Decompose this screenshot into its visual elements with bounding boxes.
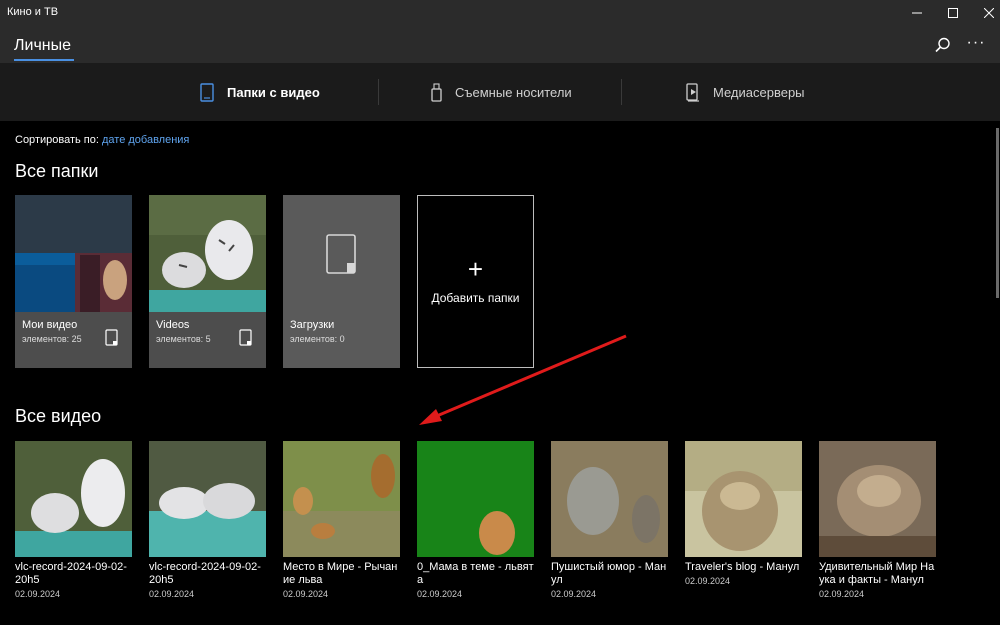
app-title: Кино и ТВ xyxy=(7,6,59,18)
close-icon xyxy=(984,8,994,18)
folder-thumbnail xyxy=(15,195,132,312)
sort-label: Сортировать по: xyxy=(15,134,99,146)
video-date: 02.09.2024 xyxy=(149,589,195,599)
tab-video-folders[interactable]: Папки с видео xyxy=(200,79,320,105)
title-bar: Кино и ТВ xyxy=(0,0,1000,26)
folder-caption: Videos элементов: 5 xyxy=(149,312,266,368)
videos-section-title: Все видео xyxy=(15,406,102,426)
video-date: 02.09.2024 xyxy=(283,589,329,599)
header-title[interactable]: Личные xyxy=(14,37,71,55)
video-tile[interactable]: 0_Мама в теме - львята 02.09.2024 xyxy=(417,441,534,599)
video-thumbnail xyxy=(551,441,668,557)
video-title: vlc-record-2024-09-02-20h5 xyxy=(15,561,127,586)
folder-count: элементов: 5 xyxy=(156,334,211,344)
vertical-scrollbar[interactable] xyxy=(996,128,999,298)
folder-thumbnail xyxy=(283,195,400,312)
video-tile[interactable]: Пушистый юмор - Манул 02.09.2024 xyxy=(551,441,668,599)
folder-count: элементов: 25 xyxy=(22,334,82,344)
video-title: vlc-record-2024-09-02-20h5 xyxy=(149,561,261,586)
add-folder-label: Добавить папки xyxy=(431,291,520,305)
video-date: 02.09.2024 xyxy=(15,589,61,599)
folder-phone-icon xyxy=(200,82,215,102)
sort-value-link[interactable]: дате добавления xyxy=(102,134,189,146)
video-tile[interactable]: vlc-record-2024-09-02-20h5 02.09.2024 xyxy=(15,441,132,599)
folder-tile-videos[interactable]: Videos элементов: 5 xyxy=(149,195,266,368)
video-thumbnail xyxy=(417,441,534,557)
folder-tile-my-videos[interactable]: Мои видео элементов: 25 xyxy=(15,195,132,368)
tab-label: Папки с видео xyxy=(227,84,320,100)
more-button[interactable]: ··· xyxy=(965,32,987,54)
folder-placeholder-icon xyxy=(283,195,400,312)
folder-count: элементов: 0 xyxy=(290,334,345,344)
folder-tile-downloads[interactable]: Загрузки элементов: 0 xyxy=(283,195,400,368)
minimize-icon xyxy=(912,12,922,14)
search-button[interactable] xyxy=(932,34,954,56)
tab-label: Съемные носители xyxy=(455,84,572,100)
video-thumbnail xyxy=(819,441,936,557)
tab-label: Медиасерверы xyxy=(713,84,805,100)
tab-separator xyxy=(378,79,379,105)
video-thumbnail xyxy=(283,441,400,557)
video-title: Traveler's blog - Манул xyxy=(685,561,800,573)
media-server-icon xyxy=(686,82,701,102)
header: Личные ··· xyxy=(0,26,1000,63)
video-title: Пушистый юмор - Манул xyxy=(551,561,667,586)
tab-separator xyxy=(621,79,622,105)
video-date: 02.09.2024 xyxy=(685,576,731,586)
usb-drive-icon xyxy=(430,82,443,102)
folder-name: Videos xyxy=(156,319,190,331)
folder-name: Мои видео xyxy=(22,319,78,331)
tab-removable-media[interactable]: Съемные носители xyxy=(430,79,572,105)
video-tile[interactable]: Traveler's blog - Манул 02.09.2024 xyxy=(685,441,802,586)
video-date: 02.09.2024 xyxy=(417,589,463,599)
header-underline xyxy=(14,59,74,61)
folder-thumbnail xyxy=(149,195,266,312)
maximize-icon xyxy=(948,8,958,18)
video-thumbnail xyxy=(15,441,132,557)
video-title: 0_Мама в теме - львята xyxy=(417,561,534,586)
plus-icon: + xyxy=(467,254,484,284)
video-tile[interactable]: Удивительный Мир Наука и факты - Манул 0… xyxy=(819,441,936,599)
video-thumbnail xyxy=(149,441,266,557)
folder-caption: Загрузки элементов: 0 xyxy=(283,312,400,368)
more-icon: ··· xyxy=(966,34,986,51)
video-title: Удивительный Мир Наука и факты - Манул xyxy=(819,561,935,586)
close-button[interactable] xyxy=(966,0,1000,26)
video-title: Место в Мире - Рычание льва xyxy=(283,561,398,586)
tab-media-servers[interactable]: Медиасерверы xyxy=(686,79,805,105)
folder-name: Загрузки xyxy=(290,319,335,331)
sort-control: Сортировать по: дате добавления xyxy=(15,134,189,146)
video-date: 02.09.2024 xyxy=(819,589,865,599)
folder-caption: Мои видео элементов: 25 xyxy=(15,312,132,368)
folder-device-icon xyxy=(239,329,253,352)
add-folder-button[interactable]: + Добавить папки xyxy=(417,195,534,368)
source-tabs: Папки с видео Съемные носители Медиасерв… xyxy=(0,63,1000,121)
video-tile[interactable]: vlc-record-2024-09-02-20h5 02.09.2024 xyxy=(149,441,266,599)
folder-device-icon xyxy=(105,329,119,352)
video-date: 02.09.2024 xyxy=(551,589,597,599)
folders-section-title: Все папки xyxy=(15,161,99,181)
video-tile[interactable]: Место в Мире - Рычание льва 02.09.2024 xyxy=(283,441,400,599)
search-icon xyxy=(935,37,950,53)
video-thumbnail xyxy=(685,441,802,557)
